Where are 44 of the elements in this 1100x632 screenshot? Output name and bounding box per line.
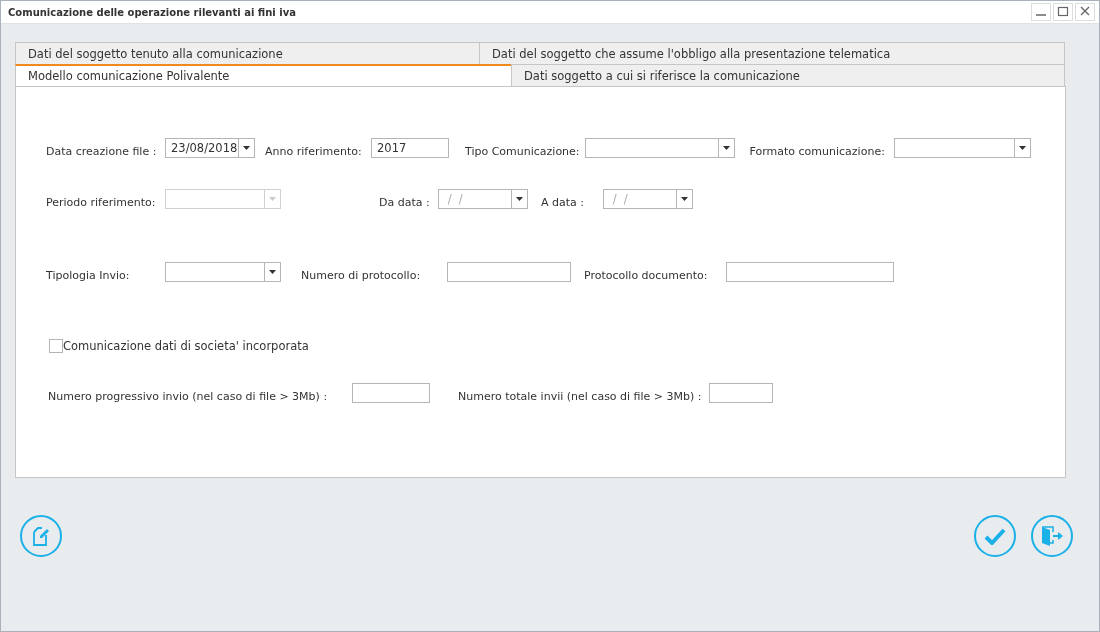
field-label: Tipo Comunicazione: <box>465 144 581 158</box>
exit-button[interactable] <box>1031 515 1073 557</box>
tab[interactable]: Dati soggetto a cui si riferisce la comunicazione <box>511 64 1065 86</box>
dropdown-arrow-icon <box>516 197 523 201</box>
dropdown[interactable]: 23/08/2018 <box>165 138 255 158</box>
input-field[interactable]: 2017 <box>371 138 449 158</box>
dropdown-arrow-icon <box>243 146 250 150</box>
field-label: Protocollo documento: <box>584 268 709 282</box>
field-label: Numero totale invii (nel caso di file > 3Mb) : <box>458 389 703 403</box>
dropdown-arrow-icon <box>722 146 730 150</box>
field-label: Anno riferimento: <box>265 144 363 158</box>
dropdown-arrow-icon <box>269 197 276 201</box>
input-field[interactable] <box>447 262 571 282</box>
field-label: Formato comunicazione: <box>749 144 886 158</box>
minimize-icon[interactable] <box>1031 3 1051 21</box>
field-label: Periodo riferimento: <box>46 195 157 209</box>
dropdown-arrow-icon <box>681 197 688 201</box>
edit-document-button[interactable] <box>20 515 62 557</box>
field-label: Numero di protocollo: <box>301 268 422 282</box>
checkbox-label: Comunicazione dati di societa' incorporata <box>63 339 309 353</box>
checkmark-icon <box>983 526 1007 546</box>
field-label: Tipologia Invio: <box>46 268 131 282</box>
tab[interactable]: Dati del soggetto tenuto alla comunicazione <box>15 42 480 64</box>
tab[interactable]: Modello comunicazione Polivalente <box>15 64 512 86</box>
dropdown-arrow-icon <box>1018 146 1026 150</box>
field-label: Da data : <box>379 195 431 209</box>
input-field[interactable] <box>726 262 894 282</box>
exit-door-icon <box>1039 525 1065 547</box>
maximize-icon[interactable] <box>1053 3 1073 21</box>
close-icon[interactable] <box>1075 3 1095 21</box>
checkbox[interactable] <box>49 339 63 353</box>
input-field[interactable] <box>352 383 430 403</box>
field-label: Numero progressivo invio (nel caso di file > 3Mb) : <box>48 389 329 403</box>
dropdown[interactable] <box>165 262 281 282</box>
window-title: Comunicazione delle operazione rilevanti ai fini iva <box>8 6 297 18</box>
document-pencil-icon <box>30 524 52 548</box>
field-label: A data : <box>541 195 585 209</box>
confirm-button[interactable] <box>974 515 1016 557</box>
field-label: Data creazione file : <box>46 144 158 158</box>
dropdown-arrow-icon <box>269 270 276 274</box>
tab[interactable]: Dati del soggetto che assume l'obbligo alla presentazione telematica <box>479 42 1065 64</box>
input-field[interactable] <box>709 383 773 403</box>
dropdown[interactable] <box>584 138 735 158</box>
dropdown[interactable] <box>893 138 1031 158</box>
